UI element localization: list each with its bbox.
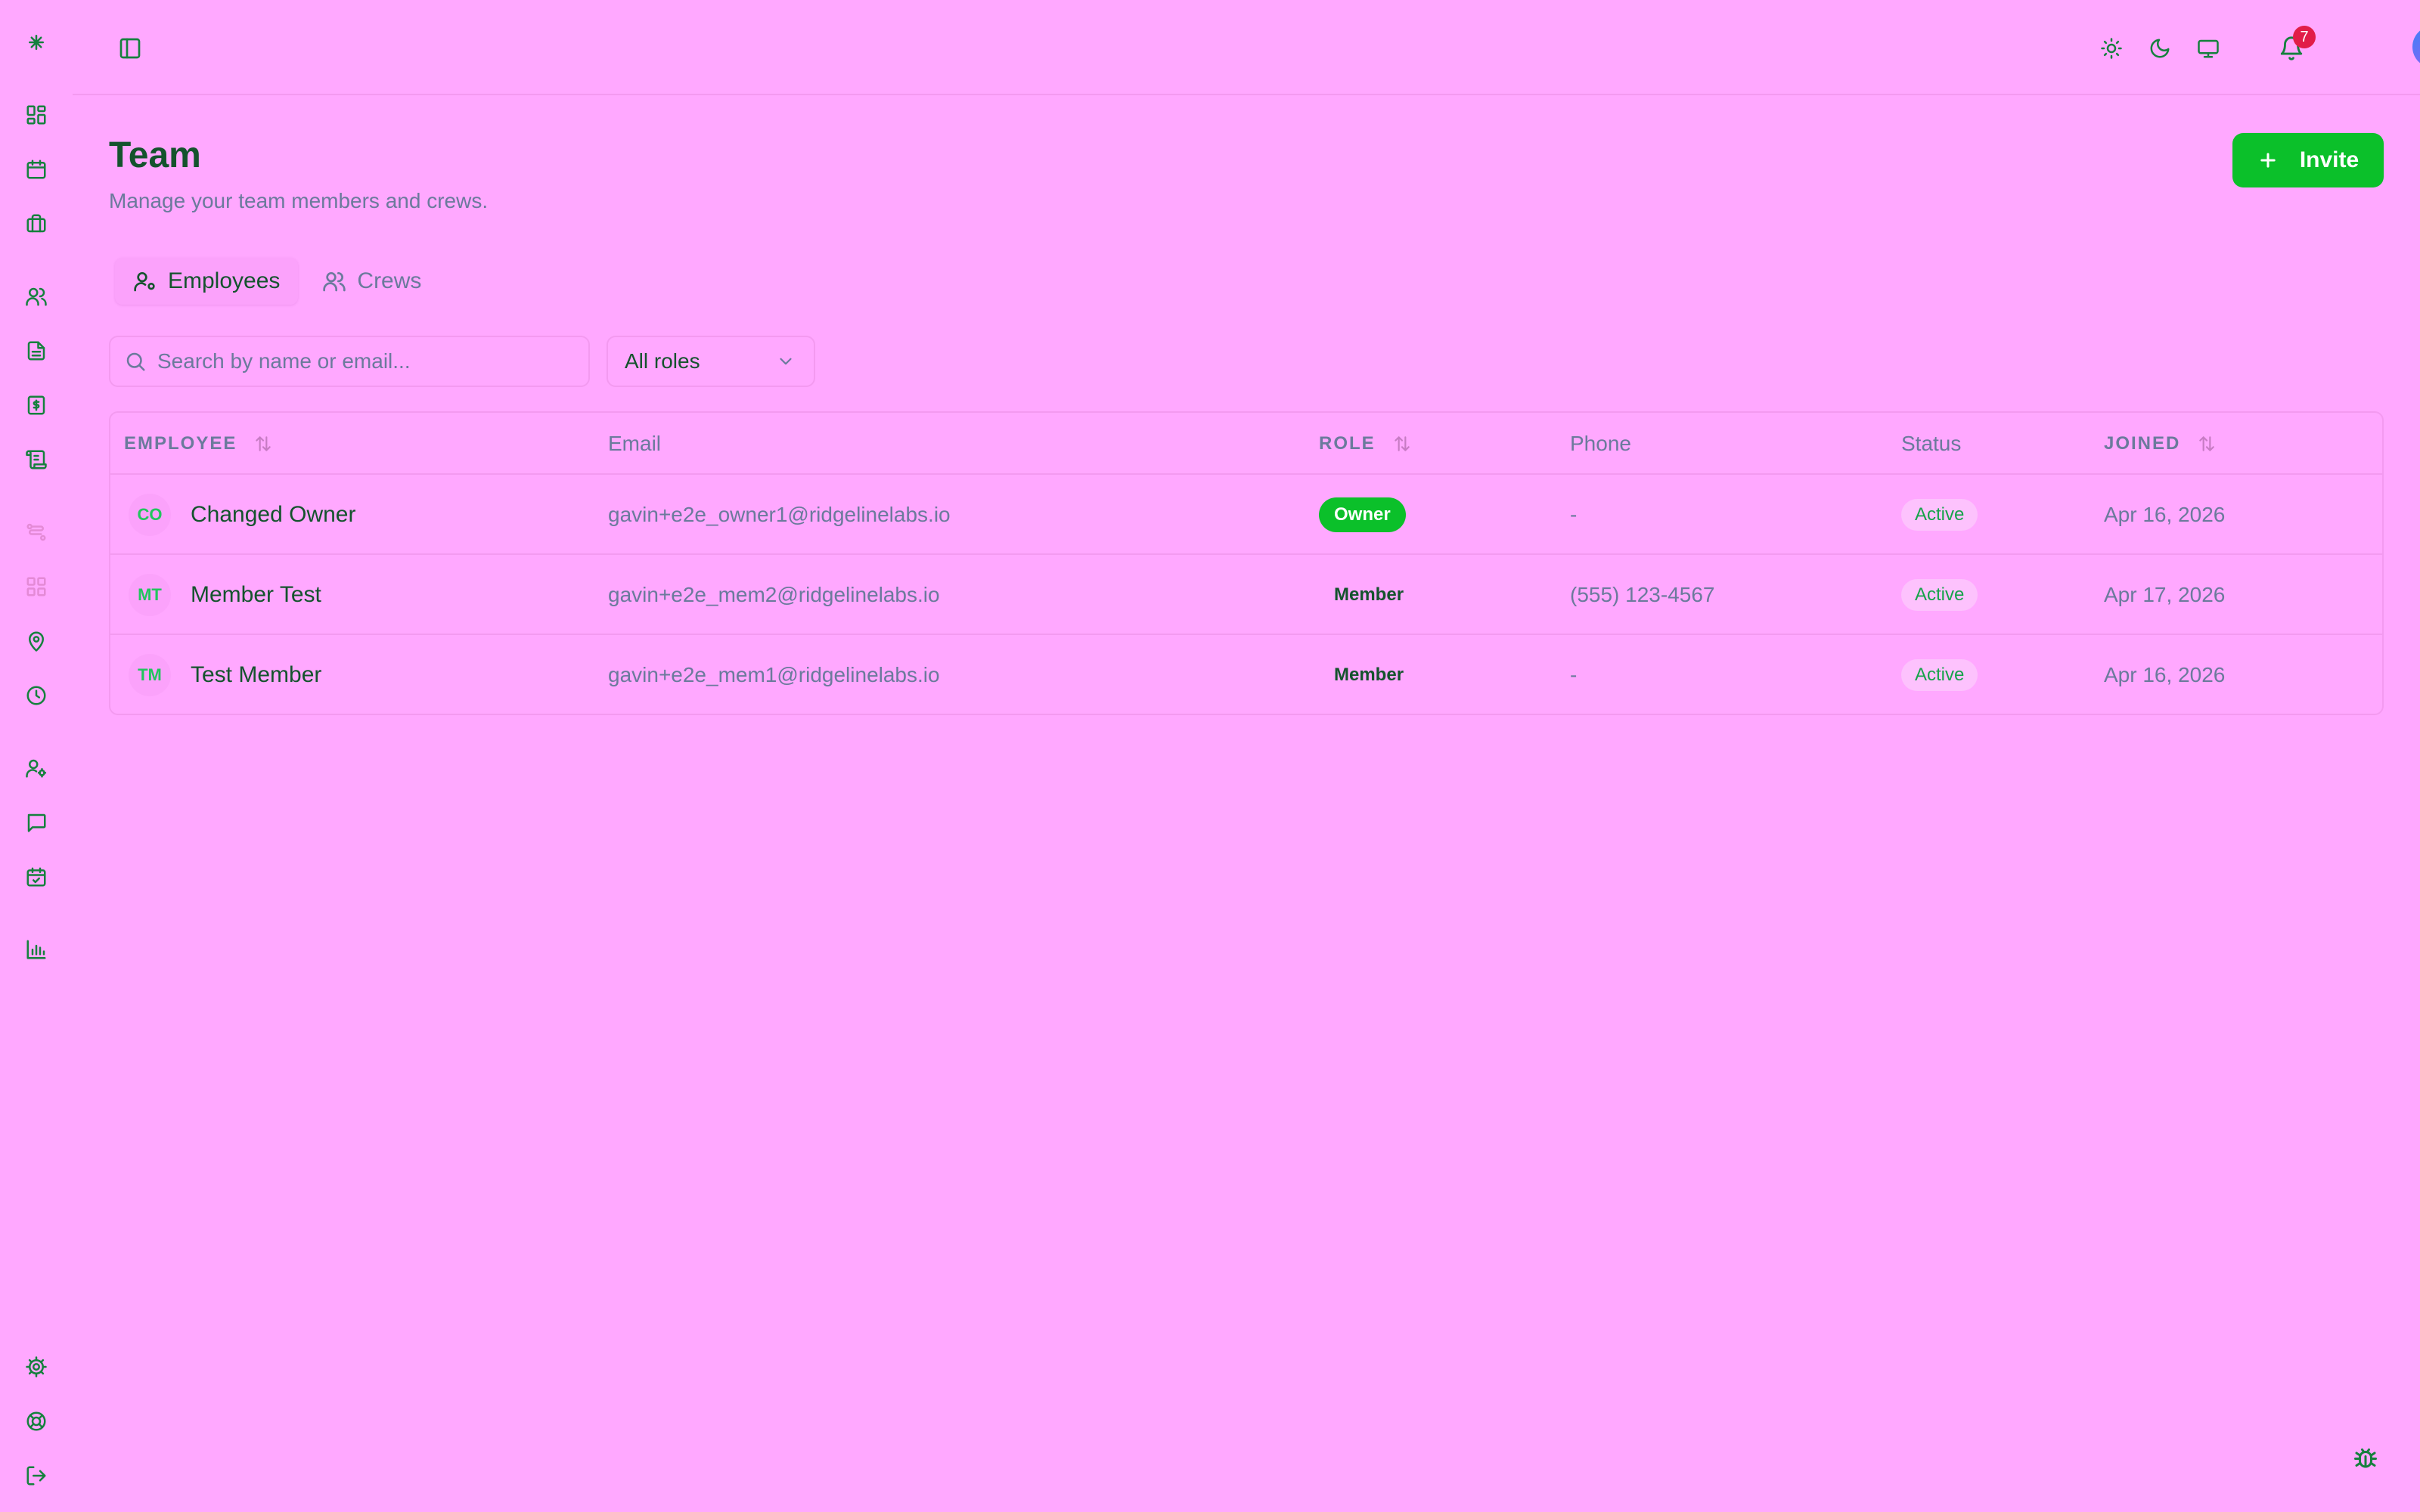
left-rail bbox=[0, 0, 73, 1512]
bar-chart-icon[interactable] bbox=[21, 934, 51, 965]
calendar-check-icon[interactable] bbox=[21, 862, 51, 892]
role-cell: Member bbox=[1319, 555, 1419, 635]
employee-joined: Apr 16, 2026 bbox=[2104, 663, 2226, 686]
column-employee-label: EMPLOYEE bbox=[124, 433, 237, 454]
column-joined[interactable]: JOINED bbox=[2104, 413, 2217, 475]
column-role[interactable]: ROLE bbox=[1319, 413, 1412, 475]
employee-email: gavin+e2e_mem1@ridgelinelabs.io bbox=[608, 663, 940, 686]
employee-phone: - bbox=[1570, 663, 1578, 686]
status-badge: Active bbox=[1901, 499, 1978, 531]
settings-icon[interactable] bbox=[21, 1352, 51, 1382]
scroll-icon[interactable] bbox=[21, 445, 51, 475]
employee-name: Changed Owner bbox=[191, 502, 356, 527]
role-cell: Owner bbox=[1319, 475, 1406, 555]
role-filter-select[interactable]: All roles bbox=[607, 336, 815, 387]
role-filter-value: All roles bbox=[625, 349, 700, 373]
column-phone: Phone bbox=[1570, 432, 1631, 455]
sidebar-toggle-icon[interactable] bbox=[115, 33, 145, 64]
theme-switcher bbox=[2093, 30, 2238, 67]
employee-phone: (555) 123-4567 bbox=[1570, 583, 1715, 606]
calendar-icon[interactable] bbox=[21, 154, 51, 184]
employee-cell: CO Changed Owner bbox=[129, 475, 355, 555]
sort-icon bbox=[256, 436, 271, 451]
table-row[interactable]: CO Changed Owner gavin+e2e_owner1@ridgel… bbox=[110, 475, 2382, 555]
dollar-receipt-icon[interactable] bbox=[21, 390, 51, 420]
notification-count-badge: 7 bbox=[2293, 26, 2316, 48]
tab-employees-label: Employees bbox=[168, 268, 281, 293]
message-icon[interactable] bbox=[21, 807, 51, 838]
employee-joined: Apr 16, 2026 bbox=[2104, 503, 2226, 526]
search-field bbox=[109, 336, 590, 387]
sparkle-logo-icon[interactable] bbox=[21, 27, 51, 57]
status-cell: Active bbox=[1901, 635, 1978, 715]
table-row[interactable]: TM Test Member gavin+e2e_mem1@ridgelinel… bbox=[110, 635, 2382, 715]
status-cell: Active bbox=[1901, 475, 1978, 555]
employee-email: gavin+e2e_mem2@ridgelinelabs.io bbox=[608, 583, 940, 606]
search-icon bbox=[126, 352, 145, 371]
column-employee[interactable]: EMPLOYEE bbox=[124, 413, 273, 475]
tab-employees[interactable]: Employees bbox=[115, 258, 299, 305]
user-cog-icon[interactable] bbox=[21, 753, 51, 783]
moon-icon[interactable] bbox=[2142, 30, 2178, 67]
avatar: MT bbox=[129, 574, 171, 616]
column-status: Status bbox=[1901, 432, 1962, 455]
status-badge: Active bbox=[1901, 659, 1978, 691]
role-badge: Member bbox=[1334, 584, 1404, 605]
plus-icon bbox=[2260, 153, 2276, 168]
logout-icon[interactable] bbox=[21, 1461, 51, 1491]
status-badge: Active bbox=[1901, 579, 1978, 611]
tab-crews[interactable]: Crews bbox=[304, 258, 439, 305]
monitor-icon[interactable] bbox=[2190, 30, 2226, 67]
column-joined-label: JOINED bbox=[2104, 433, 2181, 454]
sort-icon bbox=[2199, 436, 2215, 451]
notifications-button[interactable]: 7 bbox=[2273, 26, 2316, 67]
employees-table: EMPLOYEE Email ROLE Phone Status JOINED … bbox=[109, 411, 2384, 715]
avatar: CO bbox=[129, 494, 171, 536]
employee-phone: - bbox=[1570, 503, 1578, 526]
employee-name: Member Test bbox=[191, 582, 321, 607]
user-avatar[interactable] bbox=[2412, 26, 2420, 68]
bug-icon[interactable] bbox=[2350, 1442, 2381, 1473]
table-header: EMPLOYEE Email ROLE Phone Status JOINED bbox=[110, 413, 2382, 475]
help-lifebuoy-icon[interactable] bbox=[21, 1406, 51, 1436]
invite-button[interactable]: Invite bbox=[2232, 133, 2384, 187]
dashboard-icon[interactable] bbox=[21, 100, 51, 130]
employee-joined: Apr 17, 2026 bbox=[2104, 583, 2226, 606]
workflow-icon[interactable] bbox=[21, 517, 51, 547]
team-tabs: Employees Crews bbox=[110, 253, 444, 310]
employee-cell: TM Test Member bbox=[129, 635, 321, 715]
users-icon bbox=[323, 272, 346, 292]
briefcase-icon[interactable] bbox=[21, 209, 51, 239]
apps-grid-icon[interactable] bbox=[21, 572, 51, 602]
tab-crews-label: Crews bbox=[357, 268, 422, 293]
column-role-label: ROLE bbox=[1319, 433, 1376, 454]
employee-email: gavin+e2e_owner1@ridgelinelabs.io bbox=[608, 503, 951, 526]
top-bar: 7 bbox=[73, 0, 2420, 95]
sun-icon[interactable] bbox=[2093, 30, 2130, 67]
map-pin-icon[interactable] bbox=[21, 626, 51, 656]
file-text-icon[interactable] bbox=[21, 336, 51, 366]
sort-icon bbox=[1394, 436, 1410, 451]
search-input[interactable] bbox=[157, 349, 566, 373]
avatar: TM bbox=[129, 654, 171, 696]
page-subtitle: Manage your team members and crews. bbox=[109, 189, 489, 212]
employee-name: Test Member bbox=[191, 662, 322, 687]
role-badge: Owner bbox=[1319, 497, 1406, 532]
employee-cell: MT Member Test bbox=[129, 555, 321, 635]
role-badge: Member bbox=[1334, 665, 1404, 685]
user-cog-icon bbox=[134, 272, 155, 292]
invite-label: Invite bbox=[2299, 147, 2360, 172]
chevron-down-icon bbox=[780, 358, 792, 365]
table-row[interactable]: MT Member Test gavin+e2e_mem2@ridgelinel… bbox=[110, 555, 2382, 635]
users-icon[interactable] bbox=[21, 281, 51, 311]
clock-icon[interactable] bbox=[21, 680, 51, 711]
column-email: Email bbox=[608, 432, 662, 455]
page-title: Team bbox=[109, 135, 201, 175]
role-cell: Member bbox=[1319, 635, 1419, 715]
status-cell: Active bbox=[1901, 555, 1978, 635]
